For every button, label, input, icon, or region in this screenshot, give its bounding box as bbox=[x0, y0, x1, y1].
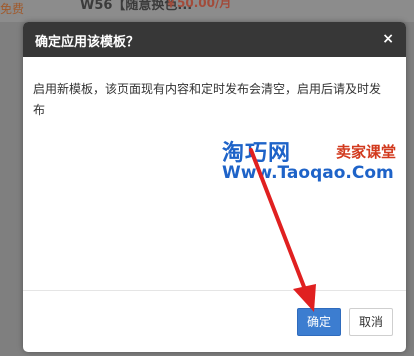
arrow-shaft bbox=[249, 148, 308, 294]
red-arrow-annotation-icon bbox=[249, 148, 316, 312]
arrow-head bbox=[293, 284, 316, 312]
